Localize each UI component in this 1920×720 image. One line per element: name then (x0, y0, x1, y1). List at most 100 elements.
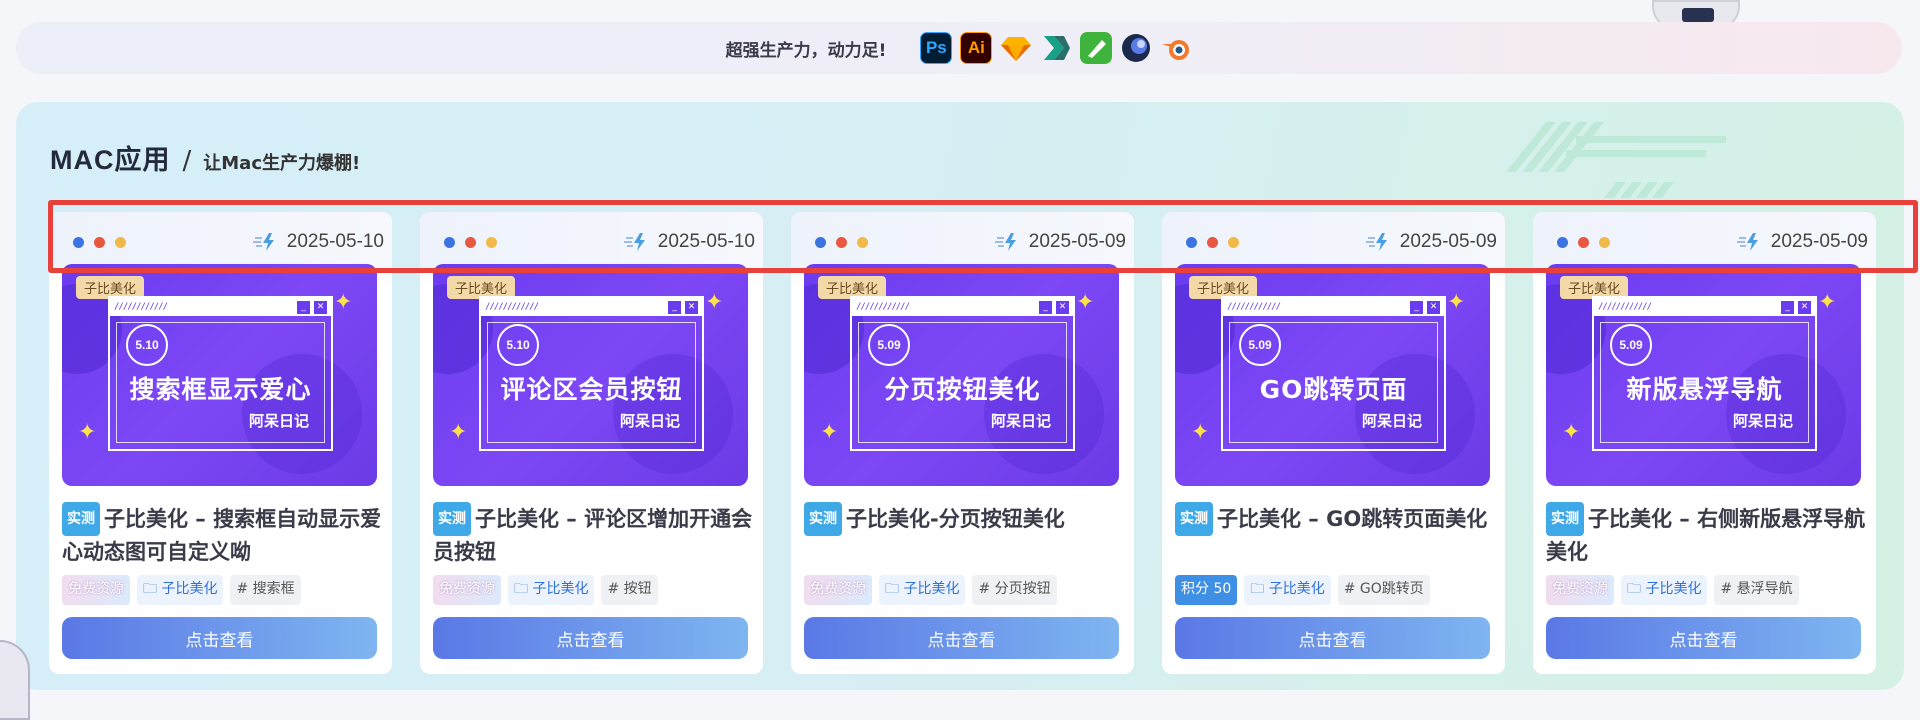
mac-apps-section: MAC应用 / 让Mac生产力爆棚! 2025-05-10 子比美化 ✦ ✦ /… (16, 102, 1904, 690)
photoshop-icon[interactable]: Ps (920, 32, 953, 64)
window-dots (73, 236, 126, 248)
post-thumbnail[interactable]: 子比美化 ✦ ✦ ////////////_ ✕ 5.09 GO跳转页面 阿呆日记 (1175, 264, 1490, 486)
keyword-tag[interactable]: # 分页按钮 (972, 575, 1057, 605)
section-subtitle: 让Mac生产力爆棚! (203, 153, 361, 174)
post-date: 2025-05-09 (1399, 231, 1497, 252)
sketch-icon[interactable] (1000, 32, 1032, 64)
card-header: 2025-05-09 (1533, 212, 1876, 272)
folder-icon: 🗀 (885, 581, 904, 597)
category-label: 子比美化 (1645, 581, 1702, 597)
view-button[interactable]: 点击查看 (433, 617, 748, 659)
sparkle-icon: ✦ (1818, 290, 1837, 315)
tag-row: 免费资源 🗀 子比美化 # 分页按钮 (804, 575, 1057, 605)
thumb-title: GO跳转页面 (1259, 375, 1408, 404)
category-tag[interactable]: 🗀 子比美化 (879, 575, 966, 605)
thumb-title: 新版悬浮导航 (1626, 375, 1783, 404)
post-thumbnail[interactable]: 子比美化 ✦ ✦ ////////////_ ✕ 5.09 分页按钮美化 阿呆日记 (804, 264, 1119, 486)
window-frame: ////////////_ ✕ 5.09 新版悬浮导航 阿呆日记 (1592, 296, 1817, 451)
category-label: 子比美化 (1268, 581, 1325, 597)
category-tag[interactable]: 🗀 子比美化 (137, 575, 224, 605)
version-badge: 5.09 (1610, 324, 1652, 366)
post-card[interactable]: 2025-05-09 子比美化 ✦ ✦ ////////////_ ✕ 5.09 … (1162, 212, 1505, 674)
post-title[interactable]: 实测 子比美化 – 评论区增加开通会员按钮 (433, 502, 753, 568)
illustrator-icon[interactable]: Ai (960, 32, 993, 64)
keyword-tag[interactable]: # GO跳转页 (1337, 575, 1430, 605)
card-header: 2025-05-09 (791, 212, 1134, 272)
post-title-text[interactable]: 子比美化-分页按钮美化 (846, 507, 1065, 531)
folder-icon: 🗀 (514, 581, 533, 597)
section-header: MAC应用 / 让Mac生产力爆棚! (50, 138, 360, 177)
thumb-signature: 阿呆日记 (990, 412, 1051, 430)
post-date: 2025-05-10 (657, 231, 755, 252)
thumb-signature: 阿呆日记 (1732, 412, 1793, 430)
title-divider: / (182, 146, 192, 176)
cinema4d-icon[interactable] (1120, 32, 1152, 64)
window-dots (1557, 236, 1610, 248)
keyword-tag[interactable]: # 按钮 (601, 575, 658, 605)
window-frame: ////////////_ ✕ 5.10 评论区会员按钮 阿呆日记 (479, 296, 704, 451)
price-tag[interactable]: 免费资源 (62, 575, 130, 605)
post-title-text[interactable]: 子比美化 – 评论区增加开通会员按钮 (433, 507, 752, 564)
post-title[interactable]: 实测 子比美化 – 搜索框自动显示爱心动态图可自定义呦 (62, 502, 382, 568)
keyword-tag[interactable]: # 搜索框 (230, 575, 301, 605)
sparkle-icon: ✦ (1447, 290, 1466, 315)
price-tag[interactable]: 免费资源 (1546, 575, 1614, 605)
category-tag[interactable]: 🗀 子比美化 (508, 575, 595, 605)
section-title: MAC应用 (50, 145, 171, 175)
sparkle-icon: ✦ (705, 290, 724, 315)
app-icons: Ps Ai (920, 32, 1192, 64)
sparkle-icon: ✦ (1076, 290, 1095, 315)
decorative-stripes (1506, 122, 1726, 198)
card-header: 2025-05-10 (49, 212, 392, 272)
blender-icon[interactable] (1160, 32, 1192, 64)
sparkle-icon: ✦ (1562, 420, 1581, 445)
post-card[interactable]: 2025-05-09 子比美化 ✦ ✦ ////////////_ ✕ 5.09 … (1533, 212, 1876, 674)
post-title-text[interactable]: 子比美化 – GO跳转页面美化 (1217, 507, 1487, 531)
post-thumbnail[interactable]: 子比美化 ✦ ✦ ////////////_ ✕ 5.09 新版悬浮导航 阿呆日记 (1546, 264, 1861, 486)
post-card[interactable]: 2025-05-10 子比美化 ✦ ✦ ////////////_ ✕ 5.10 … (49, 212, 392, 674)
price-tag[interactable]: 免费资源 (433, 575, 501, 605)
post-card[interactable]: 2025-05-10 子比美化 ✦ ✦ ////////////_ ✕ 5.10 … (420, 212, 763, 674)
post-thumbnail[interactable]: 子比美化 ✦ ✦ ////////////_ ✕ 5.10 评论区会员按钮 阿呆日… (433, 264, 748, 486)
view-button[interactable]: 点击查看 (804, 617, 1119, 659)
window-frame: ////////////_ ✕ 5.09 分页按钮美化 阿呆日记 (850, 296, 1075, 451)
test-badge: 实测 (62, 502, 100, 536)
post-title[interactable]: 实测 子比美化 – 右侧新版悬浮导航美化 (1546, 502, 1866, 568)
post-date: 2025-05-10 (286, 231, 384, 252)
points-tag[interactable]: 积分 50 (1175, 575, 1238, 605)
view-button[interactable]: 点击查看 (1175, 617, 1490, 659)
thumb-signature: 阿呆日记 (248, 412, 309, 430)
card-header: 2025-05-09 (1162, 212, 1505, 272)
price-tag[interactable]: 免费资源 (804, 575, 872, 605)
folder-icon: 🗀 (1627, 581, 1646, 597)
lightning-icon (1365, 233, 1387, 251)
keyword-tag[interactable]: # 悬浮导航 (1714, 575, 1799, 605)
category-tag[interactable]: 🗀 子比美化 (1621, 575, 1708, 605)
post-title[interactable]: 实测 子比美化 – GO跳转页面美化 (1175, 502, 1495, 536)
post-date: 2025-05-09 (1770, 231, 1868, 252)
thumb-signature: 阿呆日记 (619, 412, 680, 430)
folder-icon: 🗀 (1250, 581, 1269, 597)
folder-icon: 🗀 (143, 581, 162, 597)
post-thumbnail[interactable]: 子比美化 ✦ ✦ ////////////_ ✕ 5.10 搜索框显示爱心 阿呆日… (62, 264, 377, 486)
lightning-icon (1736, 233, 1758, 251)
sparkle-icon: ✦ (820, 420, 839, 445)
category-tag[interactable]: 🗀 子比美化 (1244, 575, 1331, 605)
tag-row: 免费资源 🗀 子比美化 # 搜索框 (62, 575, 301, 605)
card-header: 2025-05-10 (420, 212, 763, 272)
category-label: 子比美化 (903, 581, 960, 597)
axure-icon[interactable] (1040, 32, 1072, 64)
view-button[interactable]: 点击查看 (62, 617, 377, 659)
post-card[interactable]: 2025-05-09 子比美化 ✦ ✦ ////////////_ ✕ 5.09 … (791, 212, 1134, 674)
window-frame: ////////////_ ✕ 5.09 GO跳转页面 阿呆日记 (1221, 296, 1446, 451)
post-title-text[interactable]: 子比美化 – 右侧新版悬浮导航美化 (1546, 507, 1865, 564)
window-dots (444, 236, 497, 248)
sparkle-icon: ✦ (334, 290, 353, 315)
vectornator-icon[interactable] (1080, 32, 1113, 64)
post-title[interactable]: 实测 子比美化-分页按钮美化 (804, 502, 1124, 536)
window-dots (815, 236, 868, 248)
sparkle-icon: ✦ (78, 420, 97, 445)
tag-row: 免费资源 🗀 子比美化 # 按钮 (433, 575, 658, 605)
view-button[interactable]: 点击查看 (1546, 617, 1861, 659)
post-title-text[interactable]: 子比美化 – 搜索框自动显示爱心动态图可自定义呦 (62, 507, 381, 564)
